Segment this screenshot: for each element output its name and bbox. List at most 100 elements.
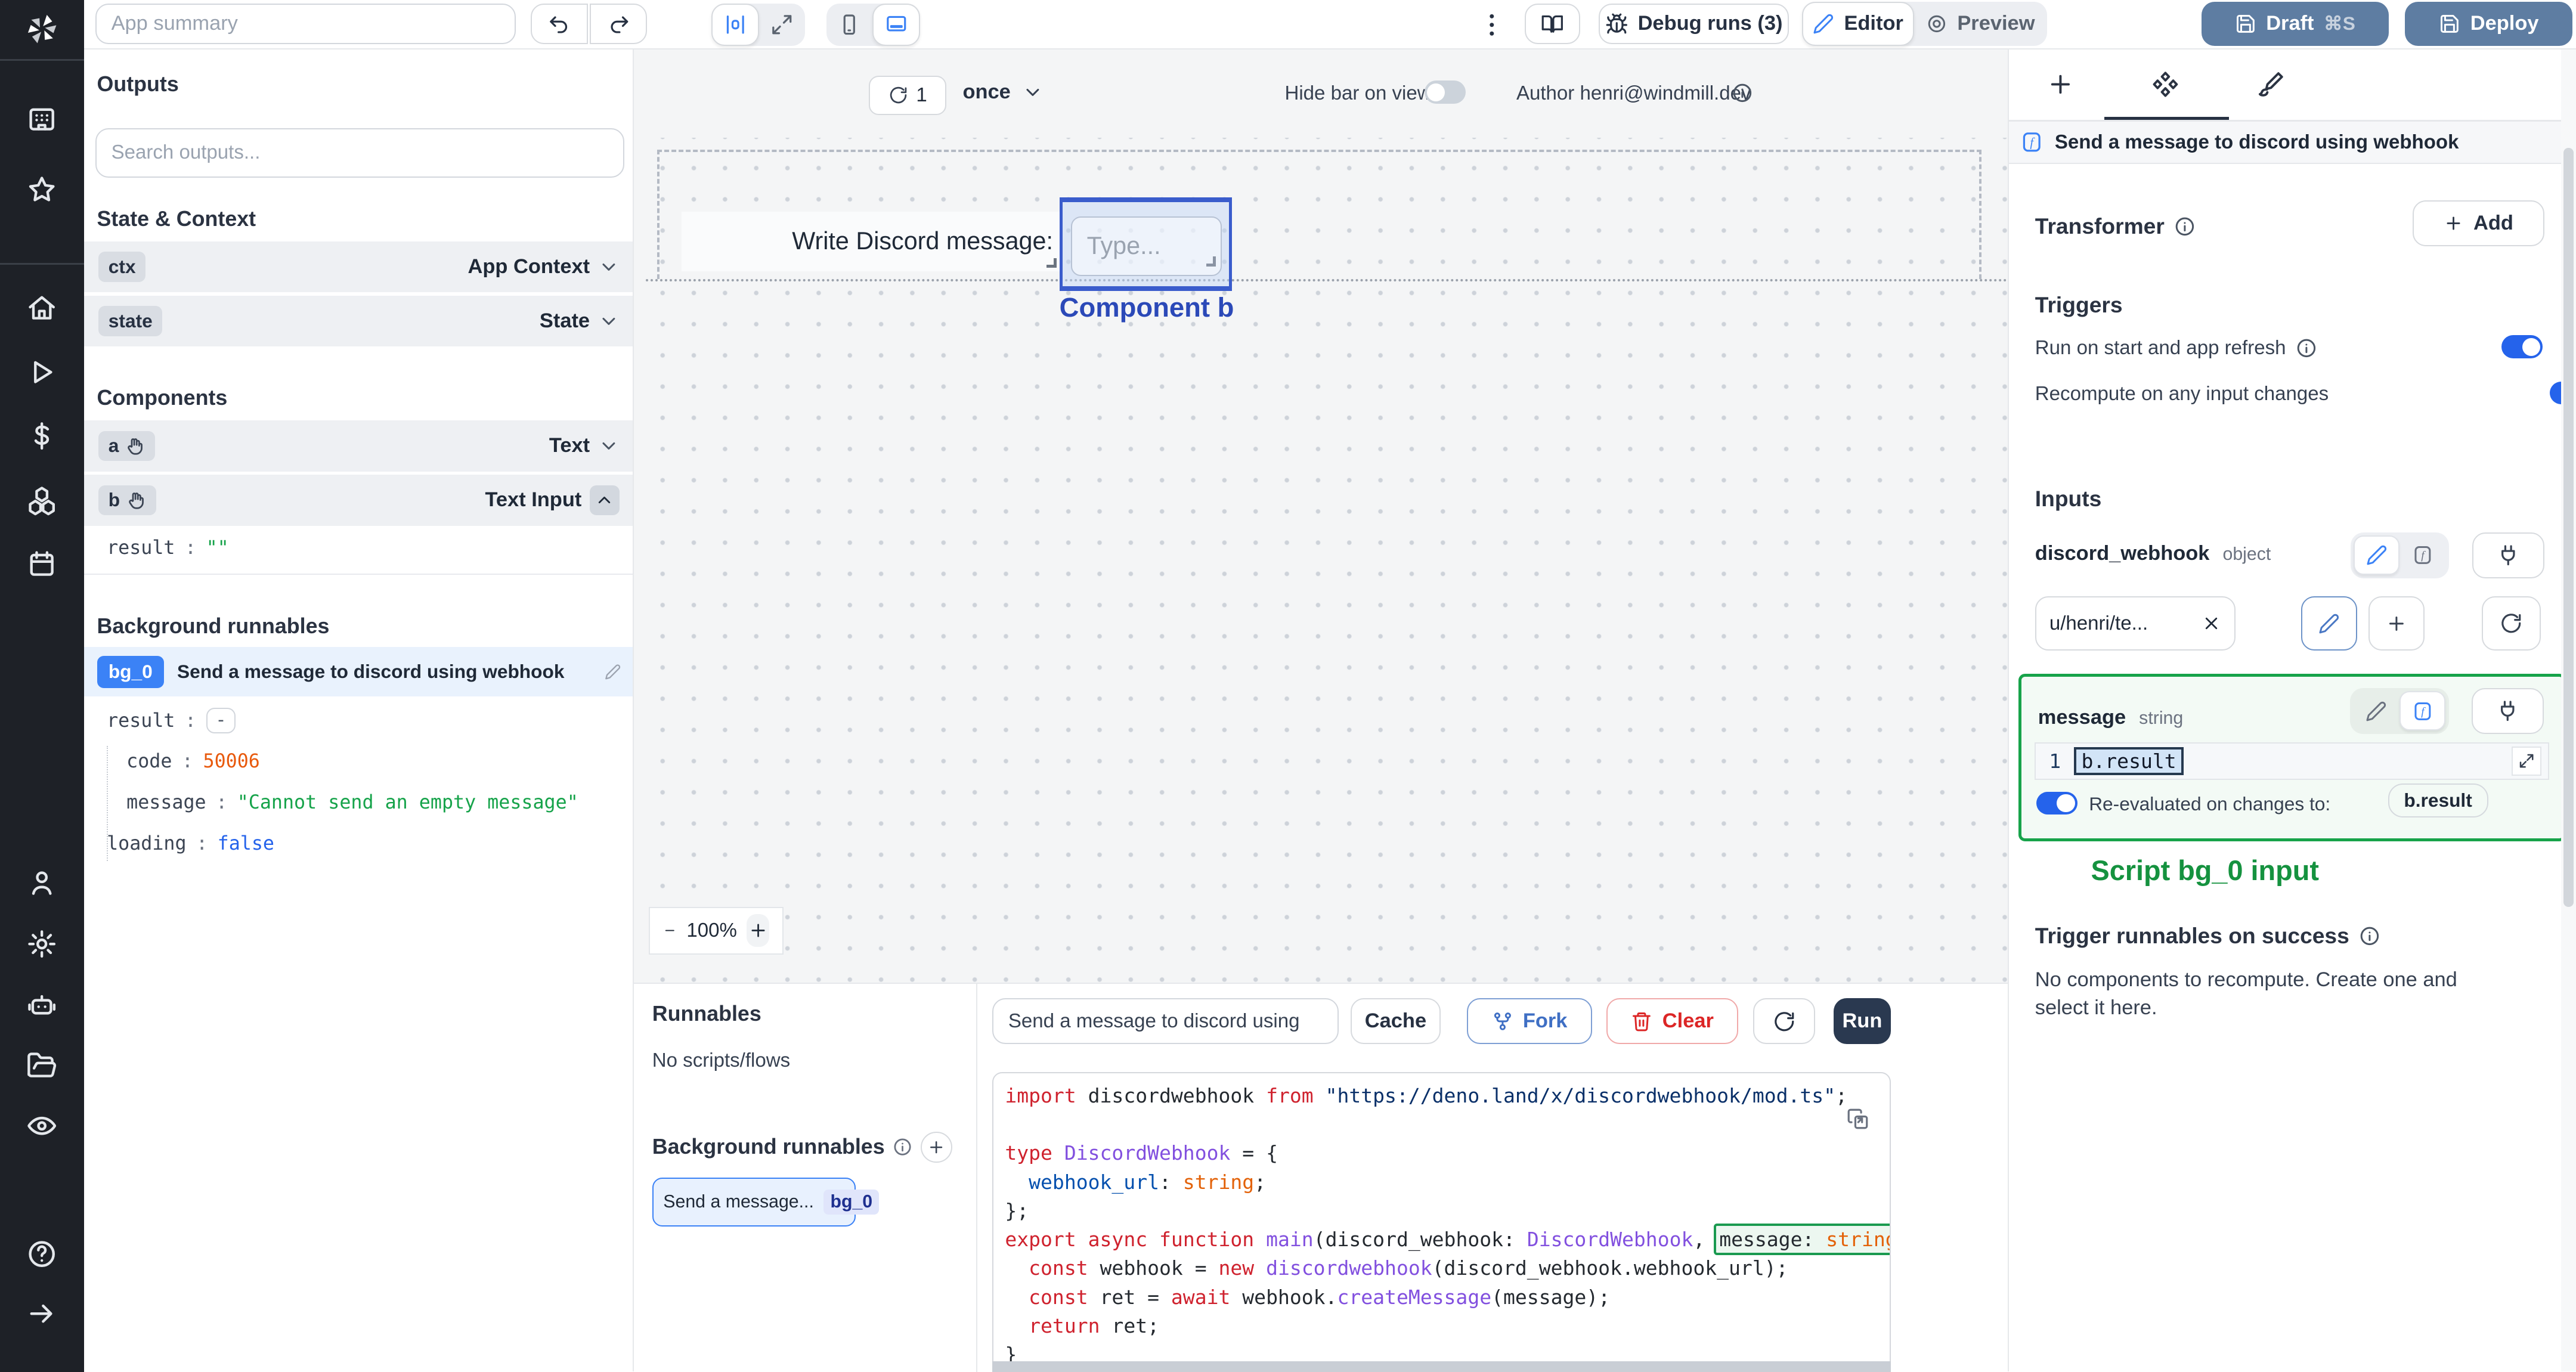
component-b-caption: Component b	[1059, 292, 1234, 323]
refresh-resource-button[interactable]	[2482, 596, 2541, 651]
selected-component-b[interactable]	[1060, 197, 1233, 291]
app-summary-input[interactable]	[95, 3, 516, 45]
clear-button[interactable]: Clear	[1606, 998, 1738, 1045]
clear-x-icon[interactable]	[2202, 614, 2221, 633]
schedules-icon[interactable]	[26, 549, 57, 580]
undo-button[interactable]	[530, 3, 589, 45]
windmill-logo[interactable]	[23, 10, 61, 48]
bg0-runnable-item[interactable]: Send a message... bg_0	[652, 1177, 880, 1227]
chevron-down-icon[interactable]	[598, 311, 620, 332]
chevron-down-icon[interactable]	[598, 435, 620, 457]
more-menu-button[interactable]	[1477, 10, 1507, 40]
info-icon[interactable]	[2174, 216, 2196, 237]
bg0-result-row[interactable]: result: -	[107, 708, 236, 733]
bg0-runnable-row[interactable]: bg_0 Send a message to discord using web…	[83, 647, 633, 697]
info-icon[interactable]	[893, 1137, 912, 1157]
expand-editor-button[interactable]	[2512, 746, 2541, 776]
output-row-state[interactable]: state State	[83, 295, 633, 347]
redo-button[interactable]	[590, 3, 648, 45]
add-background-runnable-button[interactable]	[921, 1131, 952, 1163]
component-b-result[interactable]: result: ""	[107, 537, 229, 559]
state-type-label: State	[539, 309, 590, 333]
static-mode-button[interactable]	[2354, 535, 2400, 575]
resize-handle[interactable]	[1206, 256, 1216, 267]
info-icon[interactable]	[1732, 82, 1753, 104]
collapse-toggle[interactable]	[590, 485, 620, 515]
output-row-component-b[interactable]: b Text Input	[83, 475, 633, 526]
home-icon[interactable]	[26, 292, 57, 323]
center-layout-button[interactable]	[711, 3, 759, 47]
message-field-header: message string	[2038, 706, 2183, 729]
code-editor[interactable]: import discordwebhook from "https://deno…	[992, 1072, 1891, 1372]
static-mode-button[interactable]	[2354, 691, 2399, 730]
resize-handle[interactable]	[1046, 258, 1057, 268]
horizontal-scrollbar[interactable]	[992, 1361, 1891, 1372]
billing-icon[interactable]	[26, 420, 57, 451]
docs-button[interactable]	[1524, 3, 1581, 45]
hide-bar-label: Hide bar on view	[1284, 82, 1432, 104]
workers-robot-icon[interactable]	[26, 989, 57, 1020]
cache-button[interactable]: Cache	[1350, 998, 1441, 1045]
schedule-dropdown[interactable]: once	[962, 80, 1043, 104]
output-row-ctx[interactable]: ctx App Context	[83, 241, 633, 293]
tab-insert-component[interactable]	[2046, 70, 2076, 100]
collapse-minus-button[interactable]: -	[206, 708, 236, 733]
favorites-star-icon[interactable]	[26, 174, 57, 205]
edit-pencil-icon[interactable]	[605, 664, 621, 680]
expand-sidebar-icon[interactable]	[26, 1298, 57, 1329]
connect-input-button[interactable]	[2472, 687, 2544, 734]
scrollbar-thumb[interactable]	[2563, 147, 2574, 907]
search-outputs-input[interactable]	[95, 128, 624, 178]
mobile-view-button[interactable]	[826, 4, 872, 47]
add-transformer-button[interactable]: Add	[2413, 200, 2544, 247]
expression-editor[interactable]: 1 b.result	[2035, 742, 2549, 781]
run-on-start-toggle[interactable]	[2501, 335, 2543, 359]
workspace-icon[interactable]	[26, 104, 57, 135]
audit-eye-icon[interactable]	[26, 1110, 57, 1141]
debug-runs-button[interactable]: Debug runs (3)	[1598, 3, 1789, 45]
text-input-component[interactable]	[1070, 216, 1222, 276]
hide-bar-toggle[interactable]	[1424, 80, 1466, 104]
refresh-count-button[interactable]: 1	[869, 75, 946, 115]
eval-mode-button[interactable]	[2399, 535, 2445, 575]
output-row-component-a[interactable]: a Text	[83, 420, 633, 472]
fullscreen-layout-button[interactable]	[759, 4, 805, 47]
deploy-button[interactable]: Deploy	[2405, 1, 2573, 47]
text-component-a[interactable]: Write Discord message:	[682, 212, 1060, 271]
tab-editor[interactable]: Editor	[1802, 1, 1914, 47]
edit-resource-button[interactable]	[2301, 596, 2357, 651]
runs-icon[interactable]	[26, 357, 57, 388]
triggers-title: Triggers	[2035, 292, 2123, 318]
draft-shortcut: ⌘S	[2324, 13, 2355, 35]
help-icon[interactable]	[26, 1238, 57, 1269]
zoom-out-icon[interactable]	[663, 921, 677, 940]
panel-scrollbar[interactable]	[2561, 49, 2576, 1372]
zoom-in-button[interactable]	[747, 914, 770, 947]
chevron-down-icon[interactable]	[598, 256, 620, 278]
info-icon[interactable]	[2296, 337, 2317, 359]
draft-button[interactable]: Draft ⌘S	[2201, 1, 2389, 47]
mobile-icon	[838, 13, 861, 36]
reeval-target-chip[interactable]: b.result	[2388, 783, 2488, 818]
users-icon[interactable]	[26, 868, 57, 899]
copy-code-icon[interactable]	[1847, 1108, 1870, 1131]
tab-styling[interactable]	[2257, 70, 2287, 100]
resources-icon[interactable]	[26, 485, 57, 516]
create-resource-button[interactable]	[2368, 596, 2425, 651]
sidebar-divider	[0, 59, 84, 61]
runnable-name-input[interactable]	[992, 998, 1339, 1045]
eval-mode-button[interactable]	[2399, 691, 2446, 731]
info-icon[interactable]	[2359, 925, 2380, 947]
tab-preview[interactable]: Preview	[1914, 2, 2047, 46]
folders-icon[interactable]	[26, 1050, 57, 1081]
tab-component-settings[interactable]	[2151, 70, 2181, 100]
grid-row-separator	[645, 279, 2008, 283]
desktop-view-button[interactable]	[872, 3, 920, 47]
fork-button[interactable]: Fork	[1467, 998, 1592, 1045]
reeval-toggle[interactable]	[2036, 791, 2077, 815]
settings-gear-icon[interactable]	[26, 928, 57, 959]
run-button[interactable]: Run	[1833, 998, 1891, 1045]
connect-input-button[interactable]	[2472, 532, 2544, 578]
resource-picker[interactable]: u/henri/te...	[2035, 596, 2236, 651]
refresh-result-button[interactable]	[1753, 998, 1816, 1045]
